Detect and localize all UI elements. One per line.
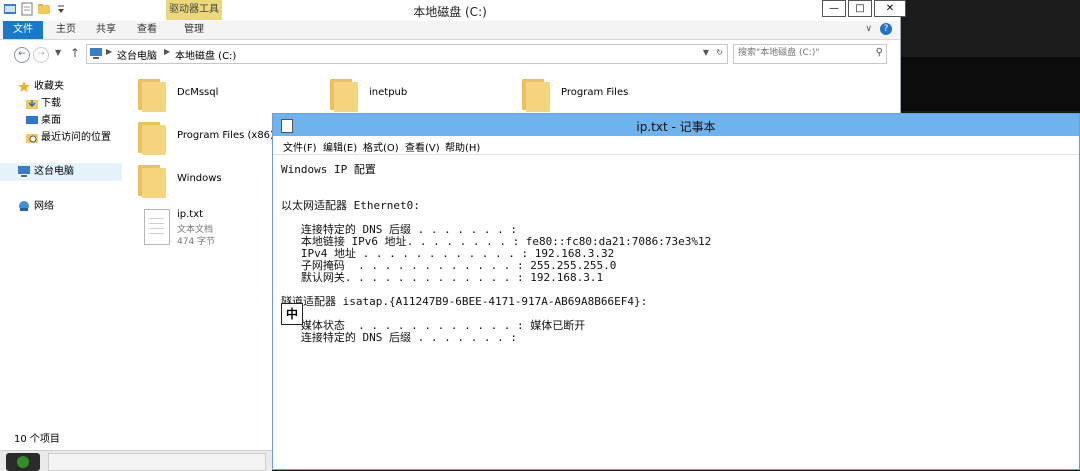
recent-locations-icon[interactable]: ▼: [55, 48, 61, 57]
recent-places-icon: [26, 132, 38, 143]
navigation-pane: 收藏夹 下载 桌面 最近访问的位置 这台电脑 网络: [0, 70, 122, 430]
close-button[interactable]: ✕: [874, 0, 906, 17]
file-item-inetpub[interactable]: inetpub: [322, 74, 502, 114]
search-box[interactable]: ⚲: [733, 44, 887, 64]
explorer-titlebar: 驱动器工具 本地磁盘 (C:): [0, 0, 900, 20]
nav-favorites[interactable]: 收藏夹: [0, 78, 122, 96]
nav-this-pc[interactable]: 这台电脑: [0, 163, 122, 181]
notepad-menubar: 文件(F) 编辑(E) 格式(O) 查看(V) 帮助(H): [273, 136, 1079, 155]
folder-icon: [138, 122, 166, 155]
nav-recent-places[interactable]: 最近访问的位置: [0, 129, 122, 147]
status-bar-item-count: 10 个项目: [14, 434, 60, 445]
taskbar-item[interactable]: [48, 453, 266, 471]
menu-format[interactable]: 格式(O): [363, 139, 399, 154]
breadcrumb-this-pc[interactable]: 这台电脑: [117, 47, 157, 62]
tab-file[interactable]: 文件: [3, 21, 43, 39]
expand-ribbon-icon[interactable]: ∨: [865, 24, 872, 34]
search-icon[interactable]: ⚲: [876, 47, 883, 58]
file-item-dcmssql[interactable]: DcMssql: [130, 74, 310, 114]
nav-desktop[interactable]: 桌面: [0, 112, 122, 130]
address-dropdown-icon[interactable]: ▼: [703, 48, 709, 57]
minimize-button[interactable]: —: [822, 0, 846, 17]
breadcrumb-separator-icon: ▶: [164, 47, 171, 56]
folder-icon: [522, 79, 550, 112]
menu-help[interactable]: 帮助(H): [445, 139, 480, 154]
breadcrumb-separator-icon: ▶: [106, 47, 113, 56]
refresh-icon[interactable]: ↻: [716, 48, 723, 57]
folder-icon: [138, 79, 166, 112]
folder-icon: [330, 79, 358, 112]
notepad-title: ip.txt - 记事本: [636, 120, 716, 134]
back-button[interactable]: ←: [14, 47, 30, 63]
breadcrumb-local-disk[interactable]: 本地磁盘 (C:): [175, 47, 236, 62]
forward-button[interactable]: →: [33, 47, 49, 63]
nav-network[interactable]: 网络: [0, 198, 122, 216]
up-button[interactable]: ↑: [70, 46, 80, 60]
nav-downloads[interactable]: 下载: [0, 95, 122, 113]
menu-edit[interactable]: 编辑(E): [323, 139, 357, 154]
notepad-titlebar: ip.txt - 记事本: [273, 114, 1079, 136]
menu-view[interactable]: 查看(V): [405, 139, 440, 154]
computer-icon: [90, 48, 102, 62]
ime-indicator[interactable]: 中: [281, 303, 303, 325]
menu-file[interactable]: 文件(F): [283, 139, 317, 154]
explorer-window-controls: — □ ✕: [820, 0, 1076, 17]
maximize-button[interactable]: □: [848, 0, 872, 17]
search-input[interactable]: [734, 45, 872, 61]
star-icon: [18, 81, 30, 92]
this-pc-icon: [18, 166, 30, 177]
notepad-window: ip.txt - 记事本 文件(F) 编辑(E) 格式(O) 查看(V) 帮助(…: [272, 113, 1080, 470]
downloads-icon: [26, 98, 38, 109]
explorer-window-title: 本地磁盘 (C:): [413, 5, 487, 19]
folder-icon: [138, 165, 166, 198]
tab-home[interactable]: 主页: [56, 21, 76, 39]
taskbar: [0, 450, 272, 471]
ribbon-tabs: 文件 主页 共享 查看 管理 ∨ ?: [0, 21, 900, 40]
start-button[interactable]: [6, 453, 40, 471]
notepad-text-area[interactable]: Windows IP 配置 以太网适配器 Ethernet0: 连接特定的 DN…: [281, 164, 711, 344]
file-size: 474 字节: [177, 237, 216, 247]
background-window: [901, 57, 1080, 111]
address-row: ← → ▼ ↑ ▶ 这台电脑 ▶ 本地磁盘 (C:) ▼ ↻ ⚲: [0, 43, 900, 65]
tab-manage[interactable]: 管理: [184, 21, 204, 39]
tab-share[interactable]: 共享: [96, 21, 116, 39]
address-bar[interactable]: ▶ 这台电脑 ▶ 本地磁盘 (C:) ▼ ↻: [86, 44, 728, 64]
file-item-program-files[interactable]: Program Files: [514, 74, 694, 114]
tab-view[interactable]: 查看: [137, 21, 157, 39]
network-icon: [18, 201, 30, 212]
windows-logo-icon: [17, 456, 29, 468]
desktop-icon: [26, 115, 38, 126]
text-file-icon: [144, 209, 170, 245]
help-icon[interactable]: ?: [880, 23, 892, 35]
